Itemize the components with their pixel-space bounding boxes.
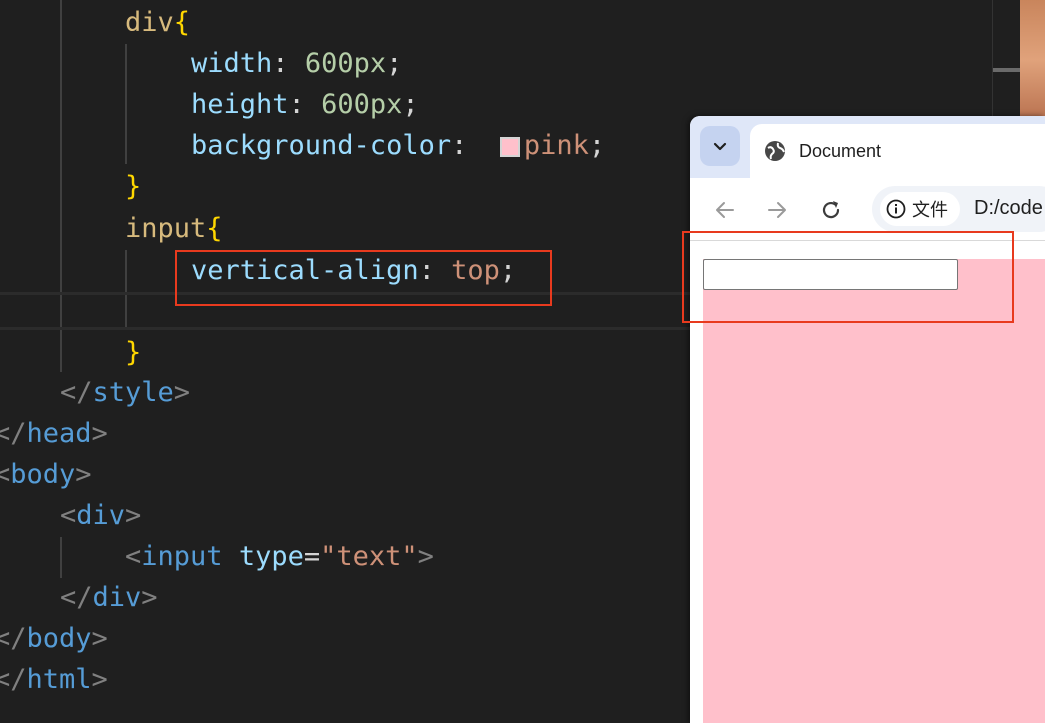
tag-bracket: < — [0, 459, 11, 490]
code-line[interactable]: </html> — [0, 659, 108, 700]
css-selector: input — [125, 213, 207, 244]
tag-bracket: > — [91, 418, 108, 449]
info-icon — [886, 199, 906, 219]
css-property: background-color — [191, 130, 452, 161]
code-line[interactable]: </style> — [60, 372, 190, 413]
globe-icon — [765, 141, 785, 161]
brace: { — [206, 213, 223, 244]
code-line[interactable]: </body> — [0, 618, 108, 659]
forward-button[interactable] — [763, 196, 791, 224]
site-info-label: 文件 — [912, 200, 948, 220]
colon: : — [272, 48, 289, 79]
colon: : — [288, 89, 305, 120]
tag-bracket: < — [125, 541, 142, 572]
tab-search-button[interactable] — [700, 126, 740, 166]
tag-name: div — [76, 500, 126, 531]
tag-bracket: </ — [60, 582, 93, 613]
tag-bracket: </ — [0, 664, 27, 695]
tag-name: style — [92, 377, 174, 408]
semicolon: ; — [386, 48, 403, 79]
code-line[interactable]: <body> — [0, 454, 92, 495]
tag-bracket: > — [75, 459, 92, 490]
brace: { — [173, 7, 191, 38]
colon: : — [451, 130, 468, 161]
css-number: 600px — [304, 48, 387, 79]
url-text[interactable]: D:/code — [974, 197, 1043, 220]
code-line[interactable]: } — [125, 332, 141, 373]
site-info-chip[interactable]: 文件 — [880, 192, 960, 226]
tag-bracket: < — [60, 500, 77, 531]
tag-name: input — [141, 541, 223, 572]
code-line[interactable]: } — [125, 166, 141, 207]
tag-bracket: > — [125, 500, 142, 531]
code-line[interactable]: width: 600px; — [191, 43, 402, 84]
attribute-name: type — [238, 541, 304, 572]
tab-title: Document — [799, 141, 882, 161]
code-line[interactable]: input{ — [125, 208, 223, 249]
tag-bracket: </ — [60, 377, 93, 408]
brace: } — [125, 337, 142, 368]
code-line[interactable]: </div> — [60, 577, 158, 618]
semicolon: ; — [402, 89, 419, 120]
chevron-down-icon — [713, 142, 727, 151]
tag-name: head — [26, 418, 92, 449]
code-line[interactable]: height: 600px; — [191, 84, 419, 125]
attribute-value: "text" — [320, 541, 418, 572]
css-number: 600px — [321, 89, 403, 120]
tag-bracket: > — [417, 541, 434, 572]
code-line[interactable]: <input type="text"> — [125, 536, 434, 577]
tag-bracket: </ — [0, 418, 27, 449]
tag-bracket: > — [91, 623, 108, 654]
back-button[interactable] — [711, 196, 739, 224]
tag-bracket: > — [141, 582, 158, 613]
tag-bracket: > — [91, 664, 108, 695]
indent-guide — [125, 44, 127, 164]
annotation-highlight-box — [175, 250, 552, 306]
tag-name: div — [92, 582, 142, 613]
tab-strip: Document — [690, 116, 1045, 178]
tag-bracket: </ — [0, 623, 27, 654]
css-value: pink — [523, 130, 589, 161]
arrow-left-icon — [716, 202, 734, 218]
tag-name: body — [26, 623, 92, 654]
tag-name: body — [10, 459, 76, 490]
annotation-highlight-box — [682, 231, 1014, 323]
semicolon: ; — [588, 130, 606, 161]
code-line[interactable]: </head> — [0, 413, 108, 454]
tag-name: html — [26, 664, 92, 695]
indent-guide — [60, 537, 62, 578]
brace: } — [125, 171, 142, 202]
address-bar[interactable]: 文件 D:/code — [872, 186, 1045, 232]
code-line[interactable]: div{ — [125, 2, 190, 43]
reload-button[interactable] — [817, 196, 845, 224]
css-selector: div — [125, 7, 174, 38]
arrow-right-icon — [768, 202, 786, 218]
css-property: width — [191, 48, 273, 79]
css-property: height — [191, 89, 289, 120]
tab-document[interactable]: Document — [750, 124, 1045, 178]
code-line[interactable]: background-color: pink; — [191, 125, 605, 166]
reload-icon — [822, 201, 840, 219]
color-swatch[interactable] — [499, 137, 520, 157]
tag-bracket: > — [173, 377, 191, 408]
code-line[interactable]: <div> — [60, 495, 141, 536]
pink-div — [703, 259, 1045, 723]
browser-window: Document 文件 D:/code — [690, 116, 1045, 723]
equals-sign: = — [303, 541, 321, 572]
scrollbar-marker[interactable] — [993, 68, 1020, 72]
background-window-strip — [1020, 0, 1045, 120]
